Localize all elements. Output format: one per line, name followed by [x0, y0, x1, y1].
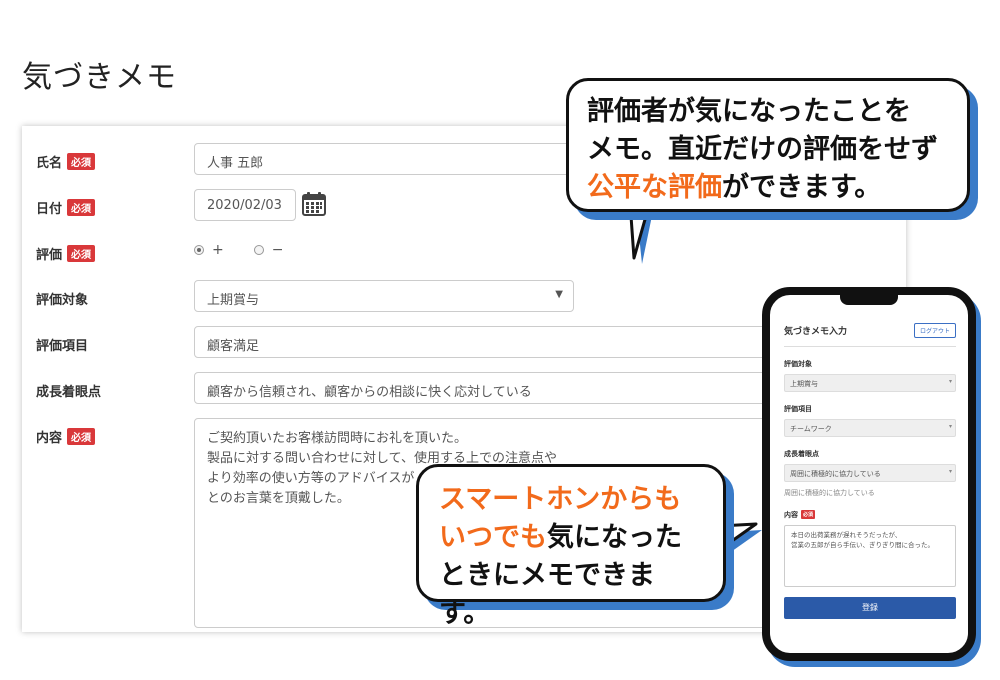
- speech-bubble-fairness: 評価者が気になったことを メモ。直近だけの評価をせず 公平な評価ができます。: [566, 78, 970, 212]
- calendar-icon[interactable]: [301, 191, 327, 217]
- page-title: 気づきメモ: [22, 60, 177, 95]
- phone-content-textarea[interactable]: 本日の出荷業務が遅れそうだったが、 営業の五郎が自ら手伝い、ぎりぎり間に合った。: [784, 525, 956, 587]
- chevron-down-icon: ▾: [948, 378, 952, 385]
- date-input[interactable]: 2020/02/03: [194, 189, 296, 221]
- rating-plus-radio[interactable]: [194, 245, 204, 255]
- phone-growth-label: 成長着眼点: [784, 450, 819, 458]
- target-label: 評価対象: [36, 293, 89, 308]
- rating-label: 評価 必須: [36, 244, 96, 263]
- logout-button[interactable]: ログアウト: [913, 323, 956, 338]
- phone-content-label: 内容 必須: [784, 510, 816, 519]
- target-select[interactable]: 上期賞与 ▼: [194, 280, 574, 312]
- required-badge: 必須: [67, 153, 96, 170]
- content-label: 内容 必須: [36, 427, 96, 446]
- growth-label: 成長着眼点: [36, 385, 102, 400]
- rating-minus-label: −: [271, 242, 284, 258]
- required-badge: 必須: [801, 510, 816, 519]
- date-label: 日付 必須: [36, 198, 96, 217]
- phone-item-select[interactable]: チームワーク ▾: [784, 419, 956, 437]
- item-label: 評価項目: [36, 339, 89, 354]
- rating-minus-radio[interactable]: [253, 245, 264, 255]
- chevron-down-icon: ▾: [948, 468, 952, 475]
- smartphone-mockup: 気づきメモ入力 ログアウト 評価対象 上期賞与 ▾ 評価項目 チームワーク ▾ 成長…: [762, 287, 976, 661]
- phone-title: 気づきメモ入力: [784, 327, 848, 337]
- chevron-down-icon: ▾: [948, 423, 952, 430]
- required-badge: 必須: [67, 199, 96, 216]
- rating-radio-group: + −: [194, 242, 283, 258]
- name-label: 氏名 必須: [36, 152, 96, 171]
- phone-target-label: 評価対象: [784, 360, 812, 368]
- phone-target-select[interactable]: 上期賞与 ▾: [784, 374, 956, 392]
- chevron-down-icon: ▼: [555, 289, 563, 300]
- speech-bubble-smartphone: スマートホンからも いつでも気になった ときにメモできます。: [416, 464, 726, 629]
- phone-growth-description: 周囲に積極的に協力している: [784, 489, 875, 497]
- phone-notch: [840, 295, 898, 305]
- rating-plus-label: +: [212, 242, 224, 258]
- phone-item-label: 評価項目: [784, 405, 812, 413]
- required-badge: 必須: [67, 428, 96, 445]
- submit-button[interactable]: 登録: [784, 597, 956, 619]
- required-badge: 必須: [67, 245, 96, 262]
- phone-growth-select[interactable]: 周囲に積極的に協力している ▾: [784, 464, 956, 482]
